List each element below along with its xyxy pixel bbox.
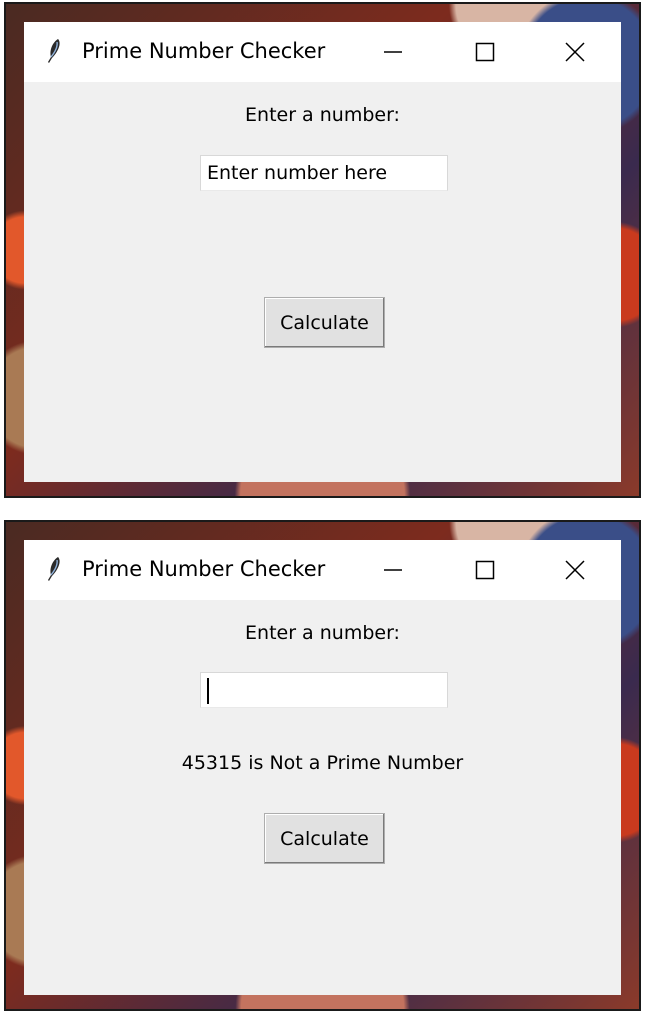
- title-bar[interactable]: Prime Number Checker: [24, 22, 621, 82]
- tk-feather-icon: [48, 39, 60, 63]
- app-window: Prime Number Checker Enter a number: Ent…: [24, 22, 621, 482]
- maximize-icon: [475, 42, 495, 62]
- screenshot-before: Prime Number Checker Enter a number: Ent…: [4, 2, 641, 498]
- tk-feather-icon: [48, 557, 60, 581]
- close-button[interactable]: [545, 32, 605, 72]
- minimize-icon: [384, 569, 402, 571]
- result-label: 45315 is Not a Prime Number: [181, 752, 464, 774]
- close-button[interactable]: [545, 550, 605, 590]
- number-input[interactable]: Enter number here: [200, 155, 448, 191]
- screenshot-after: Prime Number Checker Enter a number: 453…: [4, 520, 641, 1011]
- prompt-label: Enter a number:: [245, 622, 400, 644]
- number-input-value: Enter number here: [207, 162, 388, 184]
- maximize-icon: [475, 560, 495, 580]
- minimize-icon: [384, 51, 402, 53]
- minimize-button[interactable]: [363, 32, 423, 72]
- title-bar[interactable]: Prime Number Checker: [24, 540, 621, 600]
- app-window: Prime Number Checker Enter a number: 453…: [24, 540, 621, 995]
- prompt-label: Enter a number:: [245, 104, 400, 126]
- minimize-button[interactable]: [363, 550, 423, 590]
- number-input[interactable]: [200, 672, 448, 708]
- maximize-button[interactable]: [455, 32, 515, 72]
- calculate-button[interactable]: Calculate: [264, 297, 385, 348]
- window-title: Prime Number Checker: [82, 39, 326, 63]
- close-icon: [565, 560, 585, 580]
- window-title: Prime Number Checker: [82, 557, 326, 581]
- calculate-button[interactable]: Calculate: [264, 813, 385, 864]
- maximize-button[interactable]: [455, 550, 515, 590]
- close-icon: [565, 42, 585, 62]
- text-caret: [207, 677, 209, 704]
